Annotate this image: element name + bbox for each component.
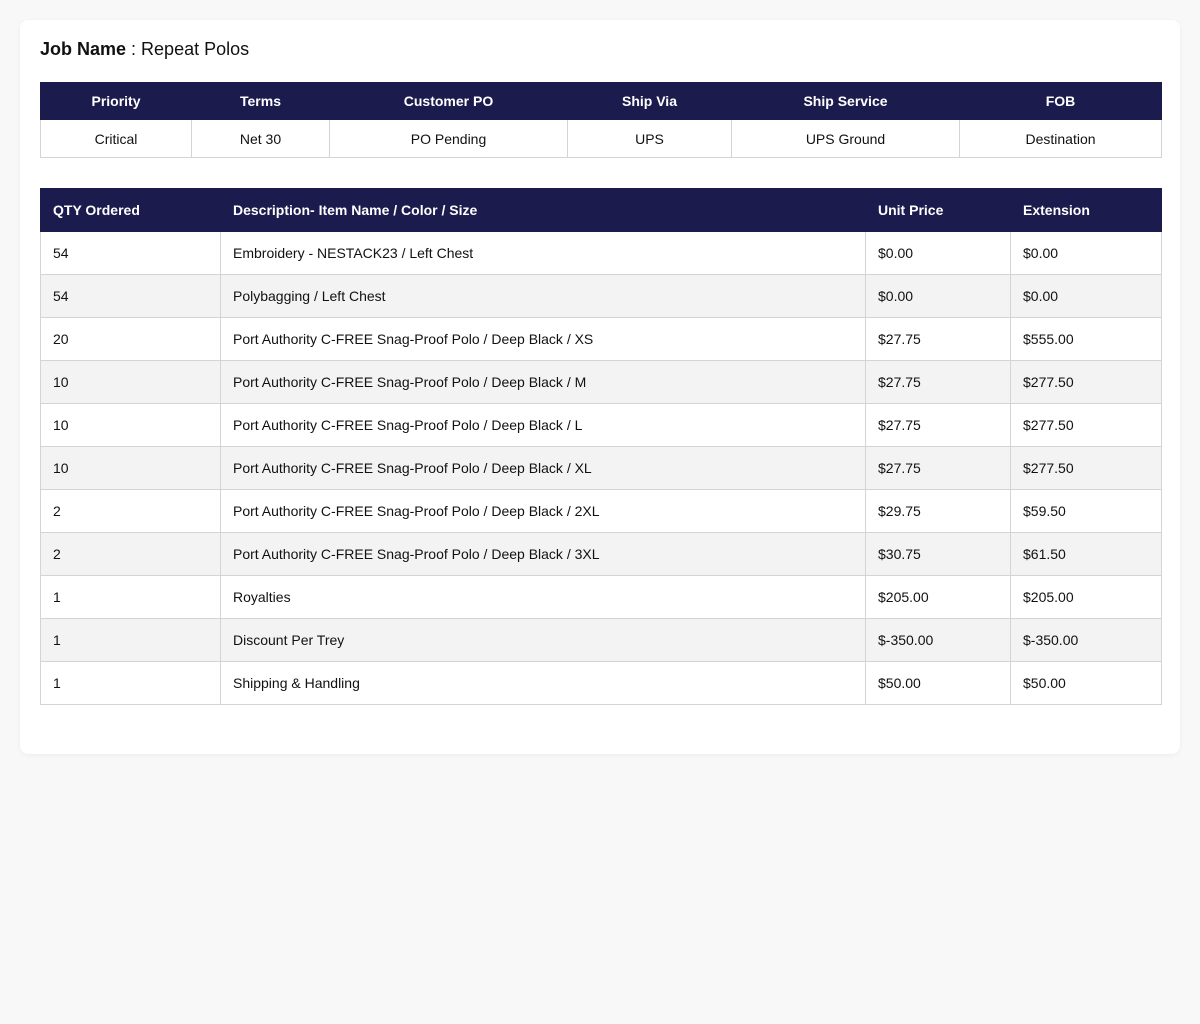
extension-header: Extension (1010, 188, 1162, 232)
description-cell: Port Authority C-FREE Snag-Proof Polo / … (220, 446, 866, 490)
unit-price-cell: $0.00 (865, 274, 1011, 318)
description-cell: Port Authority C-FREE Snag-Proof Polo / … (220, 403, 866, 447)
qty-cell: 1 (40, 661, 221, 705)
table-row: 54 Embroidery - NESTACK23 / Left Chest $… (40, 231, 1162, 275)
table-row: 10 Port Authority C-FREE Snag-Proof Polo… (40, 403, 1162, 447)
ship-service-header: Ship Service (731, 82, 960, 120)
unit-price-cell: $50.00 (865, 661, 1011, 705)
order-card: Job Name : Repeat Polos Priority Terms C… (20, 20, 1180, 754)
unit-price-cell: $27.75 (865, 360, 1011, 404)
qty-cell: 54 (40, 274, 221, 318)
description-cell: Embroidery - NESTACK23 / Left Chest (220, 231, 866, 275)
qty-cell: 10 (40, 403, 221, 447)
description-cell: Port Authority C-FREE Snag-Proof Polo / … (220, 532, 866, 576)
qty-cell: 2 (40, 532, 221, 576)
unit-price-header: Unit Price (865, 188, 1011, 232)
qty-cell: 1 (40, 618, 221, 662)
job-name-line: Job Name : Repeat Polos (40, 38, 249, 60)
unit-price-cell: $27.75 (865, 446, 1011, 490)
description-cell: Port Authority C-FREE Snag-Proof Polo / … (220, 360, 866, 404)
extension-cell: $61.50 (1010, 532, 1162, 576)
customer-po-header: Customer PO (329, 82, 568, 120)
meta-value-row: Critical Net 30 PO Pending UPS UPS Groun… (40, 119, 1162, 158)
terms-header: Terms (191, 82, 330, 120)
qty-header: QTY Ordered (40, 188, 221, 232)
extension-cell: $277.50 (1010, 360, 1162, 404)
priority-header: Priority (40, 82, 192, 120)
unit-price-cell: $29.75 (865, 489, 1011, 533)
extension-cell: $50.00 (1010, 661, 1162, 705)
items-header-row: QTY Ordered Description- Item Name / Col… (40, 188, 1162, 232)
unit-price-cell: $27.75 (865, 403, 1011, 447)
extension-cell: $0.00 (1010, 231, 1162, 275)
qty-cell: 2 (40, 489, 221, 533)
terms-value: Net 30 (191, 119, 330, 158)
order-meta-table: Priority Terms Customer PO Ship Via Ship… (40, 82, 1162, 158)
unit-price-cell: $0.00 (865, 231, 1011, 275)
items-body: 54 Embroidery - NESTACK23 / Left Chest $… (40, 231, 1162, 705)
line-items-table: QTY Ordered Description- Item Name / Col… (40, 188, 1162, 705)
description-cell: Polybagging / Left Chest (220, 274, 866, 318)
table-row: 2 Port Authority C-FREE Snag-Proof Polo … (40, 532, 1162, 576)
unit-price-cell: $30.75 (865, 532, 1011, 576)
fob-header: FOB (959, 82, 1162, 120)
priority-value: Critical (40, 119, 192, 158)
ship-via-header: Ship Via (567, 82, 732, 120)
unit-price-cell: $205.00 (865, 575, 1011, 619)
qty-cell: 1 (40, 575, 221, 619)
job-name-value: Repeat Polos (141, 39, 250, 59)
ship-via-value: UPS (567, 119, 732, 158)
table-row: 1 Discount Per Trey $-350.00 $-350.00 (40, 618, 1162, 662)
job-name-label: Job Name (40, 39, 127, 59)
extension-cell: $0.00 (1010, 274, 1162, 318)
table-row: 2 Port Authority C-FREE Snag-Proof Polo … (40, 489, 1162, 533)
description-cell: Port Authority C-FREE Snag-Proof Polo / … (220, 317, 866, 361)
extension-cell: $-350.00 (1010, 618, 1162, 662)
extension-cell: $277.50 (1010, 403, 1162, 447)
qty-cell: 20 (40, 317, 221, 361)
qty-cell: 10 (40, 360, 221, 404)
table-row: 10 Port Authority C-FREE Snag-Proof Polo… (40, 360, 1162, 404)
table-row: 20 Port Authority C-FREE Snag-Proof Polo… (40, 317, 1162, 361)
description-cell: Port Authority C-FREE Snag-Proof Polo / … (220, 489, 866, 533)
fob-value: Destination (959, 119, 1162, 158)
extension-cell: $555.00 (1010, 317, 1162, 361)
table-row: 10 Port Authority C-FREE Snag-Proof Polo… (40, 446, 1162, 490)
description-cell: Shipping & Handling (220, 661, 866, 705)
unit-price-cell: $-350.00 (865, 618, 1011, 662)
ship-service-value: UPS Ground (731, 119, 960, 158)
table-row: 1 Royalties $205.00 $205.00 (40, 575, 1162, 619)
meta-header-row: Priority Terms Customer PO Ship Via Ship… (40, 82, 1162, 120)
extension-cell: $277.50 (1010, 446, 1162, 490)
extension-cell: $205.00 (1010, 575, 1162, 619)
description-cell: Discount Per Trey (220, 618, 866, 662)
table-row: 1 Shipping & Handling $50.00 $50.00 (40, 661, 1162, 705)
qty-cell: 10 (40, 446, 221, 490)
customer-po-value: PO Pending (329, 119, 568, 158)
unit-price-cell: $27.75 (865, 317, 1011, 361)
qty-cell: 54 (40, 231, 221, 275)
extension-cell: $59.50 (1010, 489, 1162, 533)
description-header: Description- Item Name / Color / Size (220, 188, 866, 232)
table-row: 54 Polybagging / Left Chest $0.00 $0.00 (40, 274, 1162, 318)
job-name-separator: : (126, 39, 142, 59)
description-cell: Royalties (220, 575, 866, 619)
